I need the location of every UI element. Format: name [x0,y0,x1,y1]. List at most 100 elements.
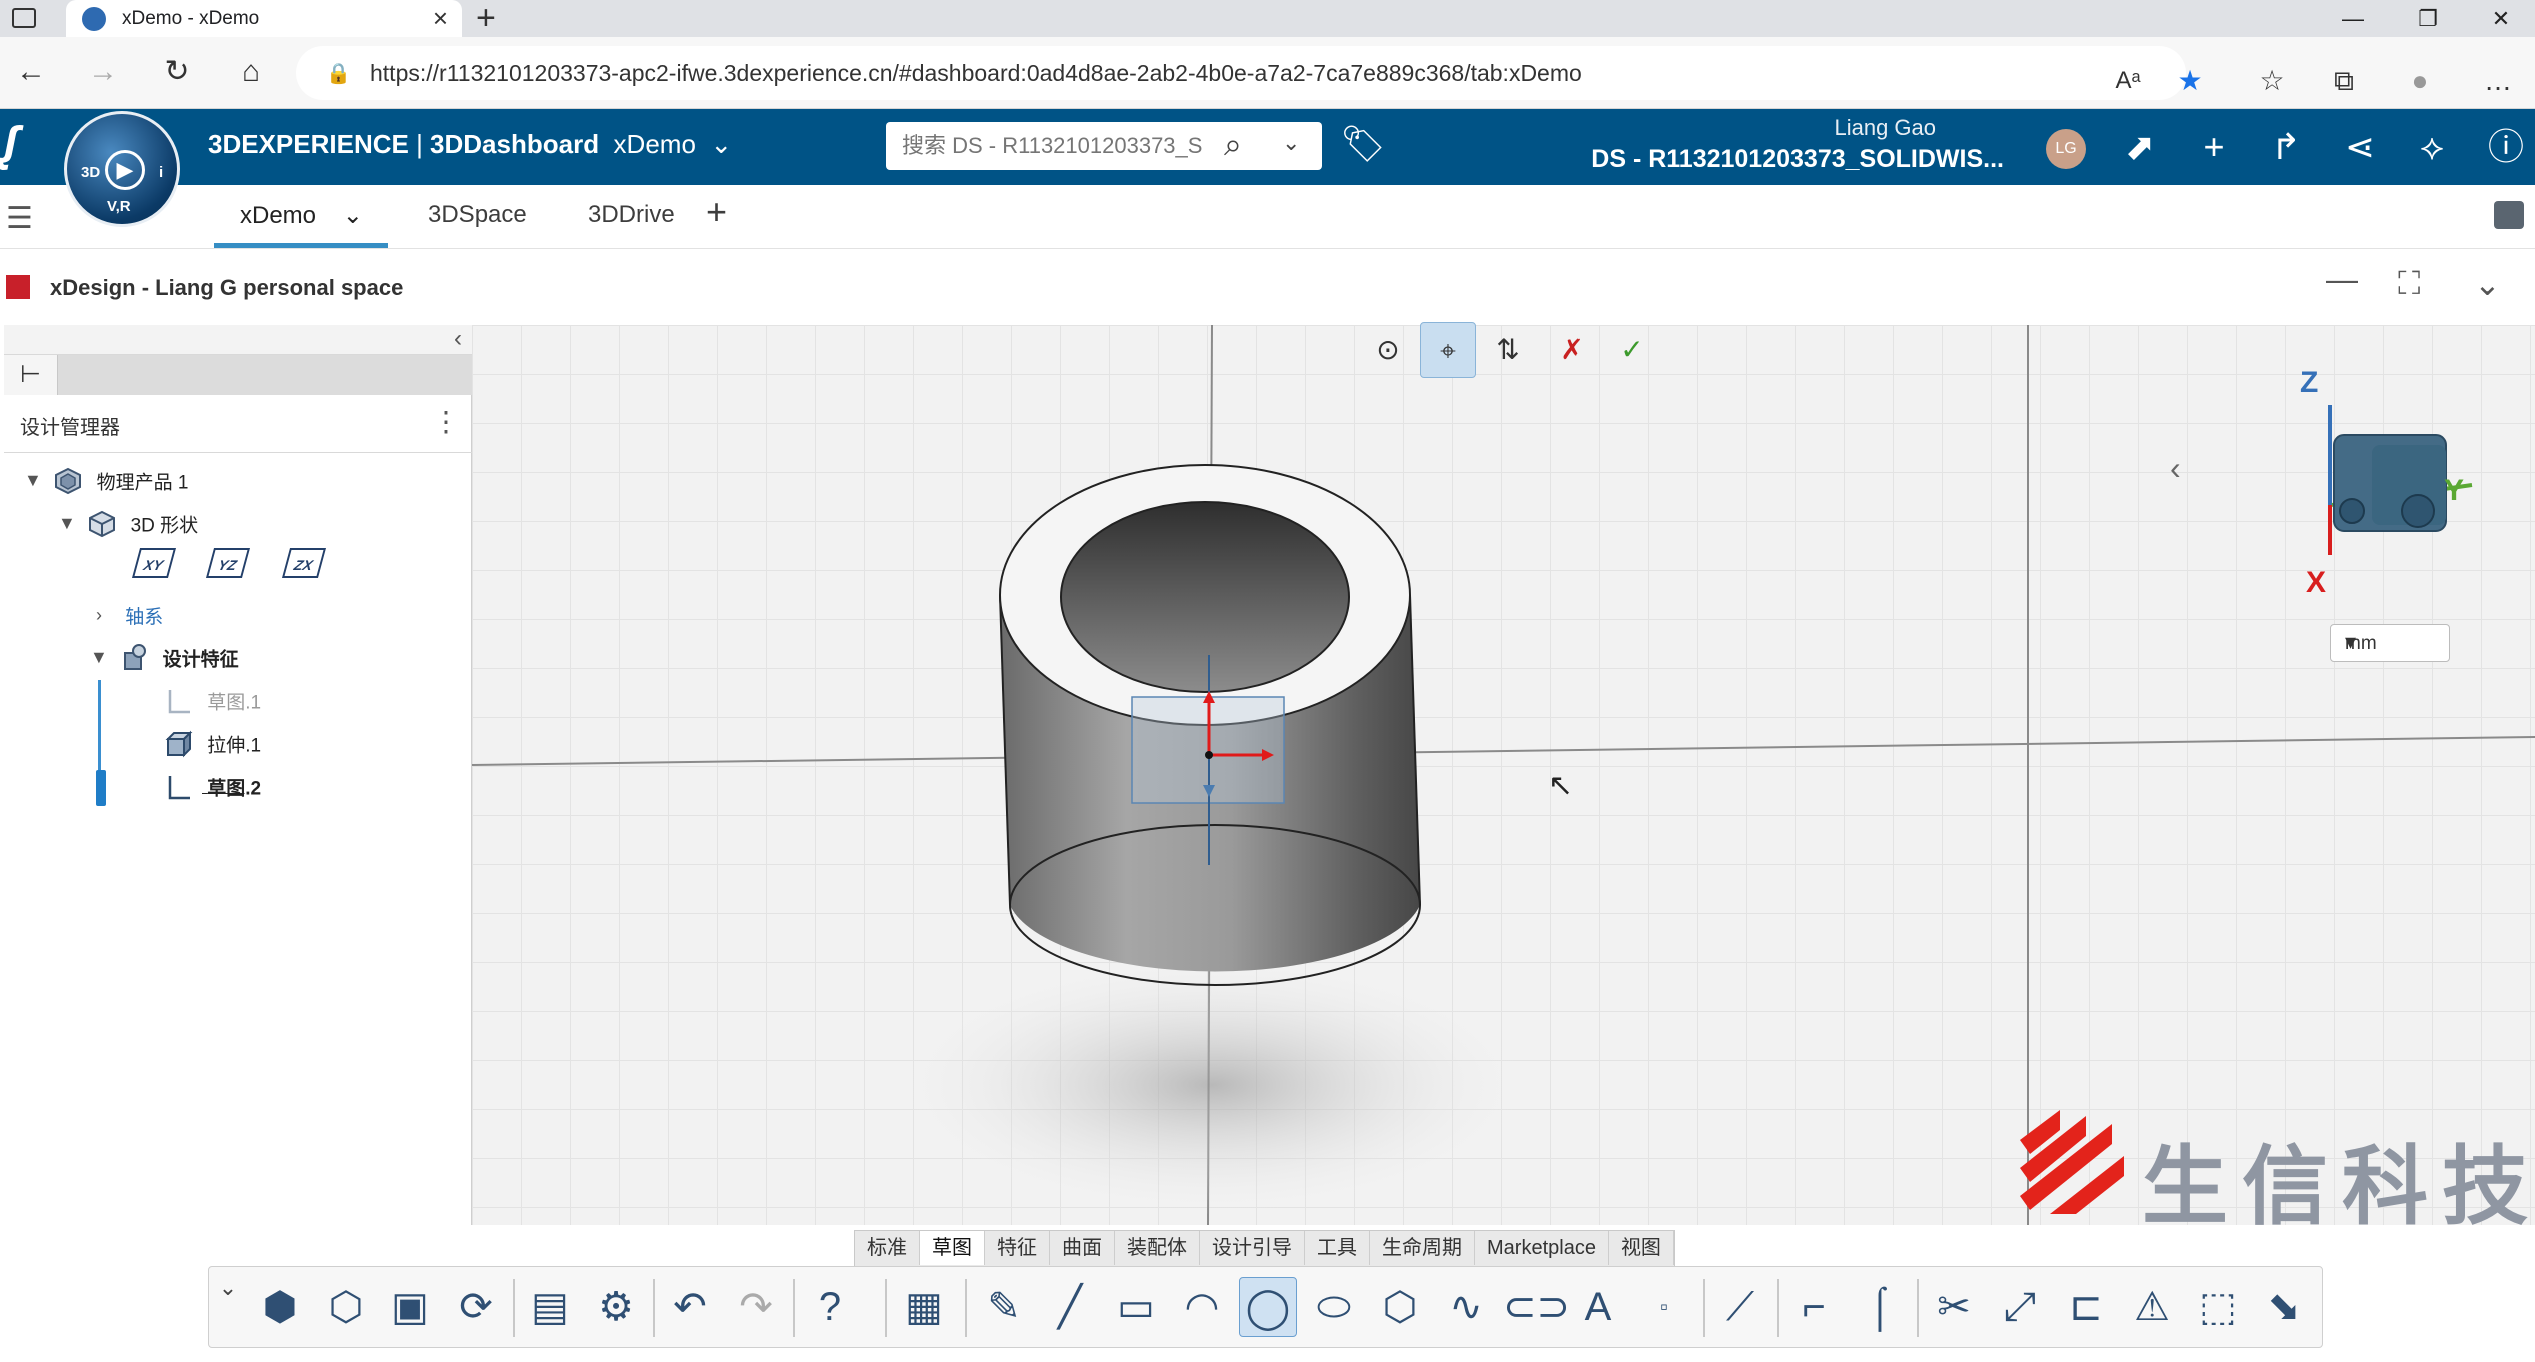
open-icon[interactable]: ⬡ [317,1277,375,1337]
window-menu-icon[interactable] [12,8,36,28]
expand-command-bar-icon[interactable]: ⌄ [211,1275,245,1301]
cmdtab-lifecycle[interactable]: 生命周期 [1370,1231,1475,1265]
arc-icon[interactable]: ◠ [1173,1277,1231,1337]
search-input[interactable] [902,132,1232,160]
sketch-mode-icon[interactable]: ⌖ [1420,322,1476,378]
fullscreen-icon[interactable]: ⛶ [2398,265,2420,303]
project-icon[interactable]: ⬊ [2255,1277,2313,1337]
tree-item-sketch-2[interactable]: 草图.2 [164,772,261,812]
tree-item-extrude-1[interactable]: 拉伸.1 [164,729,261,769]
grid-icon[interactable]: ▦ [895,1277,953,1337]
cmdtab-sketch[interactable]: 草图 [920,1231,985,1265]
expand-arrow-icon[interactable]: ▼ [24,470,48,491]
cmdtab-marketplace[interactable]: Marketplace [1475,1231,1609,1265]
fillet-icon[interactable]: ⌐ [1785,1277,1843,1337]
expand-arrow-icon[interactable]: › [96,605,120,626]
browser-tab[interactable]: xDemo - xDemo × [66,0,462,37]
expand-arrow-icon[interactable]: ▼ [90,647,114,668]
minimize-widget-icon[interactable]: — [2326,261,2358,298]
favorite-star-icon[interactable]: ★ [2168,59,2212,103]
convert-entities-icon[interactable]: ⬚ [2189,1277,2247,1337]
chat-icon[interactable] [2494,201,2524,229]
undo-icon[interactable]: ↶ [661,1277,719,1337]
tree-item-sketch-1[interactable]: 草图.1 [164,686,261,726]
construction-line-icon[interactable]: ⟋ [1711,1277,1769,1337]
chamfer-icon[interactable]: ⌠ [1851,1277,1909,1337]
slot-icon[interactable]: ⊂⊃ [1503,1277,1570,1337]
save-icon[interactable]: ▣ [381,1277,439,1337]
cmdtab-assembly[interactable]: 装配体 [1115,1231,1200,1265]
notifications-icon[interactable]: ⬈ [2116,123,2164,171]
cmdtab-features[interactable]: 特征 [985,1231,1050,1265]
help-icon[interactable]: ⓘ [2482,123,2530,171]
spline-icon[interactable]: ∿ [1437,1277,1495,1337]
offset-icon[interactable]: ⊏ [2057,1277,2115,1337]
cmdtab-standard[interactable]: 标准 [855,1231,920,1265]
profile-icon[interactable]: ● [2398,59,2442,103]
apps-icon[interactable]: ⟡ [2408,123,2456,171]
collapse-panel-icon[interactable]: ‹ [454,325,462,353]
confirm-sketch-icon[interactable]: ✓ [1604,322,1660,378]
3d-canvas[interactable] [472,325,2535,1225]
tree-item-root[interactable]: ▼ 物理产品 1 [24,466,188,506]
cmdtab-view[interactable]: 视图 [1609,1231,1674,1265]
tab-close-icon[interactable]: × [433,3,448,34]
reload-icon[interactable]: ↻ [156,51,198,93]
user-info[interactable]: Liang Gao DS - R1132101203373_SOLIDWIS..… [1540,115,2020,174]
new-tab-button[interactable]: + [476,0,496,37]
ellipse-icon[interactable]: ⬭ [1305,1277,1363,1337]
cmdtab-tools[interactable]: 工具 [1305,1231,1370,1265]
avatar[interactable]: LG [2046,129,2086,169]
help-icon[interactable]: ? [801,1277,859,1337]
tree-item-features[interactable]: ▼ 设计特征 [90,643,239,683]
point-icon[interactable]: ▫ [1635,1277,1693,1337]
mirror-icon[interactable]: ⚠ [2123,1277,2181,1337]
settings-icon[interactable]: ⚙ [587,1277,645,1337]
unit-selector[interactable]: mm ▾ [2330,624,2450,662]
tag-icon[interactable]: 🏷 [1340,123,1386,165]
tab-3ddrive[interactable]: 3DDrive [588,201,675,229]
rectangle-icon[interactable]: ▭ [1107,1277,1165,1337]
chevron-down-icon[interactable]: ⌄ [343,202,363,229]
constraint-icon[interactable]: ⊙ [1360,322,1416,378]
add-tab-icon[interactable]: + [706,191,727,233]
redo-icon[interactable]: ↷ [727,1277,785,1337]
close-window-button[interactable]: ✕ [2466,0,2535,37]
ds-logo-icon[interactable]: ᶘ [2,117,17,172]
new-part-icon[interactable]: ⬢ [251,1277,309,1337]
tree-item-axes[interactable]: › 轴系 [96,602,163,642]
forward-icon[interactable]: → [82,51,124,93]
home-icon[interactable]: ⌂ [230,51,272,93]
maximize-button[interactable]: ❐ [2393,0,2463,37]
tab-3dspace[interactable]: 3DSpace [428,201,527,229]
favorites-icon[interactable]: ☆ [2250,59,2294,103]
share-icon[interactable]: ⋖ [2336,123,2384,171]
side-panel-toggle-icon[interactable]: ☰ [6,201,33,236]
line-icon[interactable]: ╱ [1041,1277,1099,1337]
sync-icon[interactable]: ⟳ [447,1277,505,1337]
more-options-icon[interactable]: ⋮ [432,405,460,438]
widget-menu-chevron-icon[interactable]: ⌄ [2474,265,2501,303]
search-icon[interactable]: ⌕ [1224,126,1242,164]
back-icon[interactable]: ← [10,51,52,93]
url-field[interactable]: 🔒 https://r1132101203373-apc2-ifwe.3dexp… [296,46,2186,100]
properties-icon[interactable]: ▤ [521,1277,579,1337]
browser-menu-icon[interactable]: … [2476,59,2520,103]
cmdtab-surface[interactable]: 曲面 [1050,1231,1115,1265]
trim-icon[interactable]: ✂ [1925,1277,1983,1337]
chevron-down-icon[interactable]: ⌄ [710,129,732,159]
share-arrow-icon[interactable]: ↱ [2262,123,2310,171]
compass-icon[interactable]: ▶ 3D V,R i [64,111,180,227]
smart-sketch-icon[interactable]: ✎ [975,1277,1033,1337]
tree-item-3d-shape[interactable]: ▼ 3D 形状 [58,509,198,549]
text-icon[interactable]: A [1569,1277,1627,1337]
tab-xdemo[interactable]: xDemo ⌄ [240,201,363,230]
flip-icon[interactable]: ⇅ [1480,322,1536,378]
dashboard-name[interactable]: xDemo [614,129,696,159]
collections-icon[interactable]: ⧉ [2322,59,2366,103]
cancel-sketch-icon[interactable]: ✗ [1544,322,1600,378]
search-dropdown-icon[interactable]: ⌄ [1282,130,1300,156]
polygon-icon[interactable]: ⬡ [1371,1277,1429,1337]
cmdtab-design-guidance[interactable]: 设计引导 [1200,1231,1305,1265]
viewcube-back-icon[interactable]: ‹ [2170,450,2181,487]
